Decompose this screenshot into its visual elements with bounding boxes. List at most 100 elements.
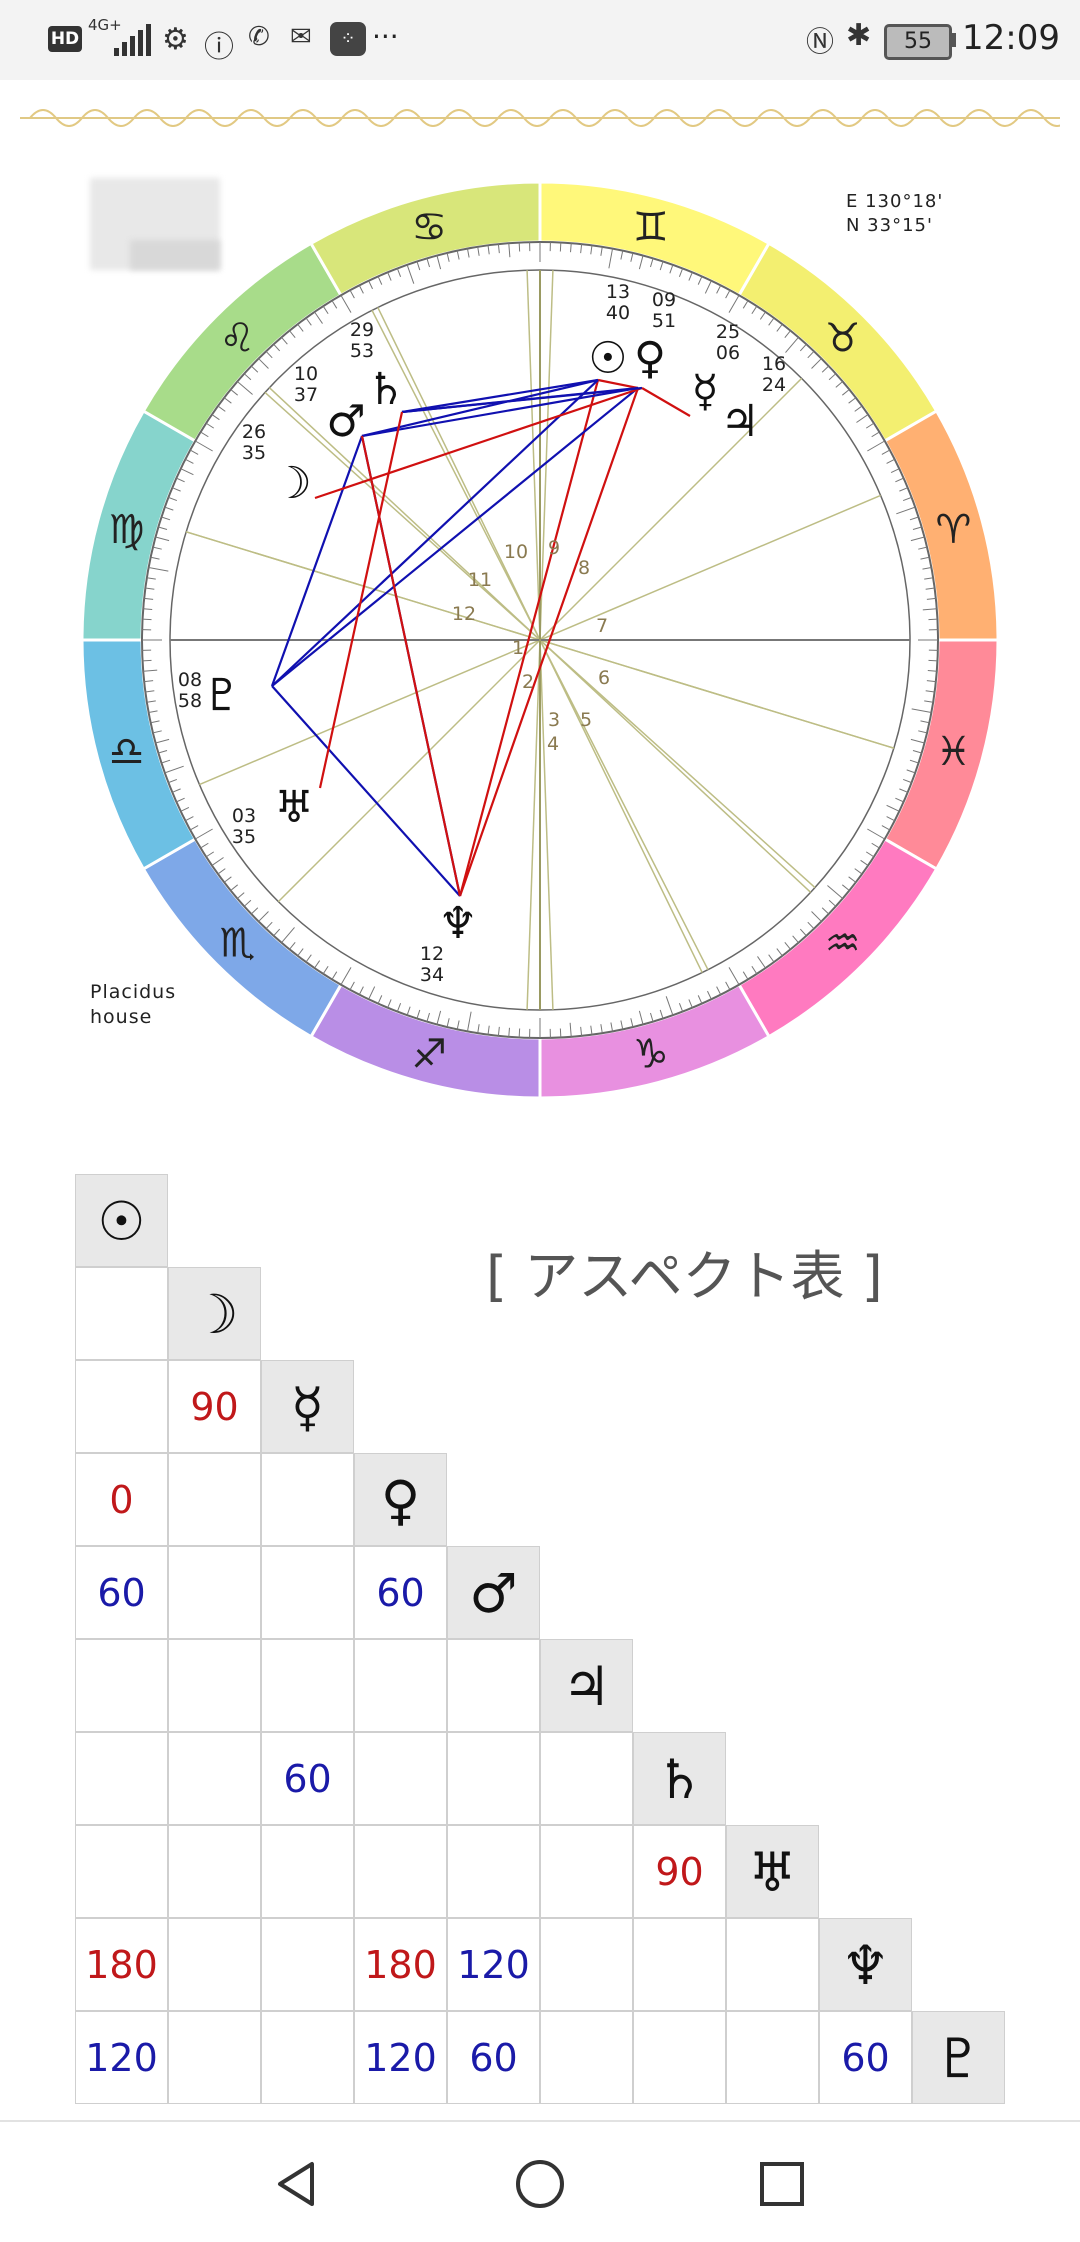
house-number: 10: [504, 541, 528, 563]
aspect-planet-cell: ♀: [354, 1453, 447, 1546]
status-bar: HD 4G+ ⚙ ⓘ ✆ ✉ ⁘ ··· Ⓝ ✱ 55 12:09: [0, 0, 1080, 80]
aspect-value-cell: [168, 1918, 261, 2011]
house-number: 4: [547, 733, 559, 755]
app-grid-icon: ⁘: [330, 22, 366, 56]
degree-label-min: 51: [652, 310, 676, 332]
aspect-value-cell: 120: [354, 2011, 447, 2104]
aspect-value-cell: [75, 1825, 168, 1918]
aspect-planet-cell: ♇: [912, 2011, 1005, 2104]
venus-icon: ♀: [634, 333, 666, 384]
degree-label-deg: 09: [652, 289, 676, 311]
neptune-icon: ♆: [438, 898, 477, 949]
degree-tick: [509, 1028, 510, 1037]
aspect-value-cell: [261, 1639, 354, 1732]
aspect-value-cell: 60: [354, 1546, 447, 1639]
house-number: 1: [512, 637, 524, 659]
back-icon[interactable]: [272, 2158, 324, 2210]
moon-icon: ☽: [272, 458, 311, 509]
degree-label-min: 34: [420, 964, 444, 986]
aspect-value-cell: [168, 1825, 261, 1918]
uranus-icon: ♅: [274, 782, 313, 833]
house-number: 5: [580, 709, 592, 731]
aspect-value-cell: [261, 1918, 354, 2011]
home-icon[interactable]: [514, 2158, 566, 2210]
degree-label-min: 35: [232, 826, 256, 848]
house-system-line-2: house: [90, 1005, 176, 1030]
zodiac-sign-icon: ♓: [935, 729, 971, 775]
aspect-planet-cell: ♃: [540, 1639, 633, 1732]
aspect-planet-cell: ☉: [75, 1174, 168, 1267]
aspect-value-cell: [75, 1732, 168, 1825]
jupiter-icon: ♃: [720, 396, 759, 447]
aspect-value-cell: 0: [75, 1453, 168, 1546]
degree-tick: [143, 609, 152, 610]
aspect-value-cell: [633, 2011, 726, 2104]
degree-label-deg: 25: [716, 321, 740, 343]
zodiac-sign-icon: ♏: [219, 921, 255, 967]
aspect-value-cell: [168, 1546, 261, 1639]
degree-label-min: 35: [242, 442, 266, 464]
zodiac-sign-icon: ♎: [109, 729, 145, 775]
aspect-value-cell: [726, 1918, 819, 2011]
aspect-value-cell: [354, 1825, 447, 1918]
saturn-icon: ♄: [366, 364, 405, 415]
zodiac-sign-icon: ♒: [825, 921, 861, 967]
degree-label-min: 58: [178, 690, 202, 712]
zodiac-sign-icon: ♈: [935, 507, 971, 553]
sun-icon: ☉: [588, 333, 627, 384]
aspect-value-cell: 180: [75, 1918, 168, 2011]
battery-icon: 55: [884, 24, 952, 60]
aspect-planet-cell: ♄: [633, 1732, 726, 1825]
zodiac-sign-icon: ♊: [633, 205, 669, 251]
degree-label-min: 40: [606, 302, 630, 324]
zodiac-sign-icon: ♉: [825, 315, 861, 361]
aspect-value-cell: [75, 1267, 168, 1360]
house-number: 7: [596, 615, 608, 637]
house-number: 9: [548, 537, 560, 559]
aspect-value-cell: [261, 1546, 354, 1639]
aspect-value-cell: 60: [75, 1546, 168, 1639]
zodiac-sign-icon: ♑: [633, 1031, 669, 1077]
hd-badge: HD: [48, 26, 82, 52]
degree-label-min: 06: [716, 342, 740, 364]
aspect-planet-cell: ♅: [726, 1825, 819, 1918]
aspect-value-cell: [261, 1453, 354, 1546]
degree-label-deg: 26: [242, 421, 266, 443]
aspect-value-cell: 60: [819, 2011, 912, 2104]
mercury-icon: ☿: [691, 366, 718, 417]
aspect-value-cell: [75, 1639, 168, 1732]
zodiac-sign-icon: ♍: [109, 507, 145, 553]
degree-label-deg: 10: [294, 363, 318, 385]
aspect-value-cell: [75, 1360, 168, 1453]
aspect-value-cell: 180: [354, 1918, 447, 2011]
aspect-value-cell: [168, 1732, 261, 1825]
settings-gear-icon: ⚙: [162, 22, 189, 57]
ornamental-divider: [20, 96, 1060, 140]
aspect-value-cell: [354, 1732, 447, 1825]
battery-tip: [951, 33, 956, 47]
navigation-bar: [0, 2120, 1080, 2242]
aspect-value-cell: [633, 1918, 726, 2011]
aspect-value-cell: 120: [447, 1918, 540, 2011]
more-notifications-icon: ···: [372, 20, 399, 53]
aspect-planet-cell: ☽: [168, 1267, 261, 1360]
zodiac-sign-icon: ♋: [411, 205, 447, 251]
house-number: 11: [468, 569, 492, 591]
aspect-value-cell: [726, 2011, 819, 2104]
aspect-value-cell: [261, 2011, 354, 2104]
recent-apps-icon[interactable]: [756, 2158, 808, 2210]
aspect-value-cell: 90: [168, 1360, 261, 1453]
degree-label-min: 37: [294, 384, 318, 406]
zodiac-sign-icon: ♌: [219, 315, 255, 361]
aspect-table-title: [ アスペクト表 ]: [486, 1232, 883, 1311]
degree-label-deg: 08: [178, 669, 202, 691]
house-number: 6: [598, 667, 610, 689]
aspect-value-cell: 60: [261, 1732, 354, 1825]
aspect-value-cell: 90: [633, 1825, 726, 1918]
signal-icon: [112, 22, 152, 56]
aspect-value-cell: 60: [447, 2011, 540, 2104]
aspect-value-cell: [540, 2011, 633, 2104]
degree-tick: [928, 671, 937, 672]
degree-label-deg: 13: [606, 281, 630, 303]
house-number: 12: [452, 603, 476, 625]
